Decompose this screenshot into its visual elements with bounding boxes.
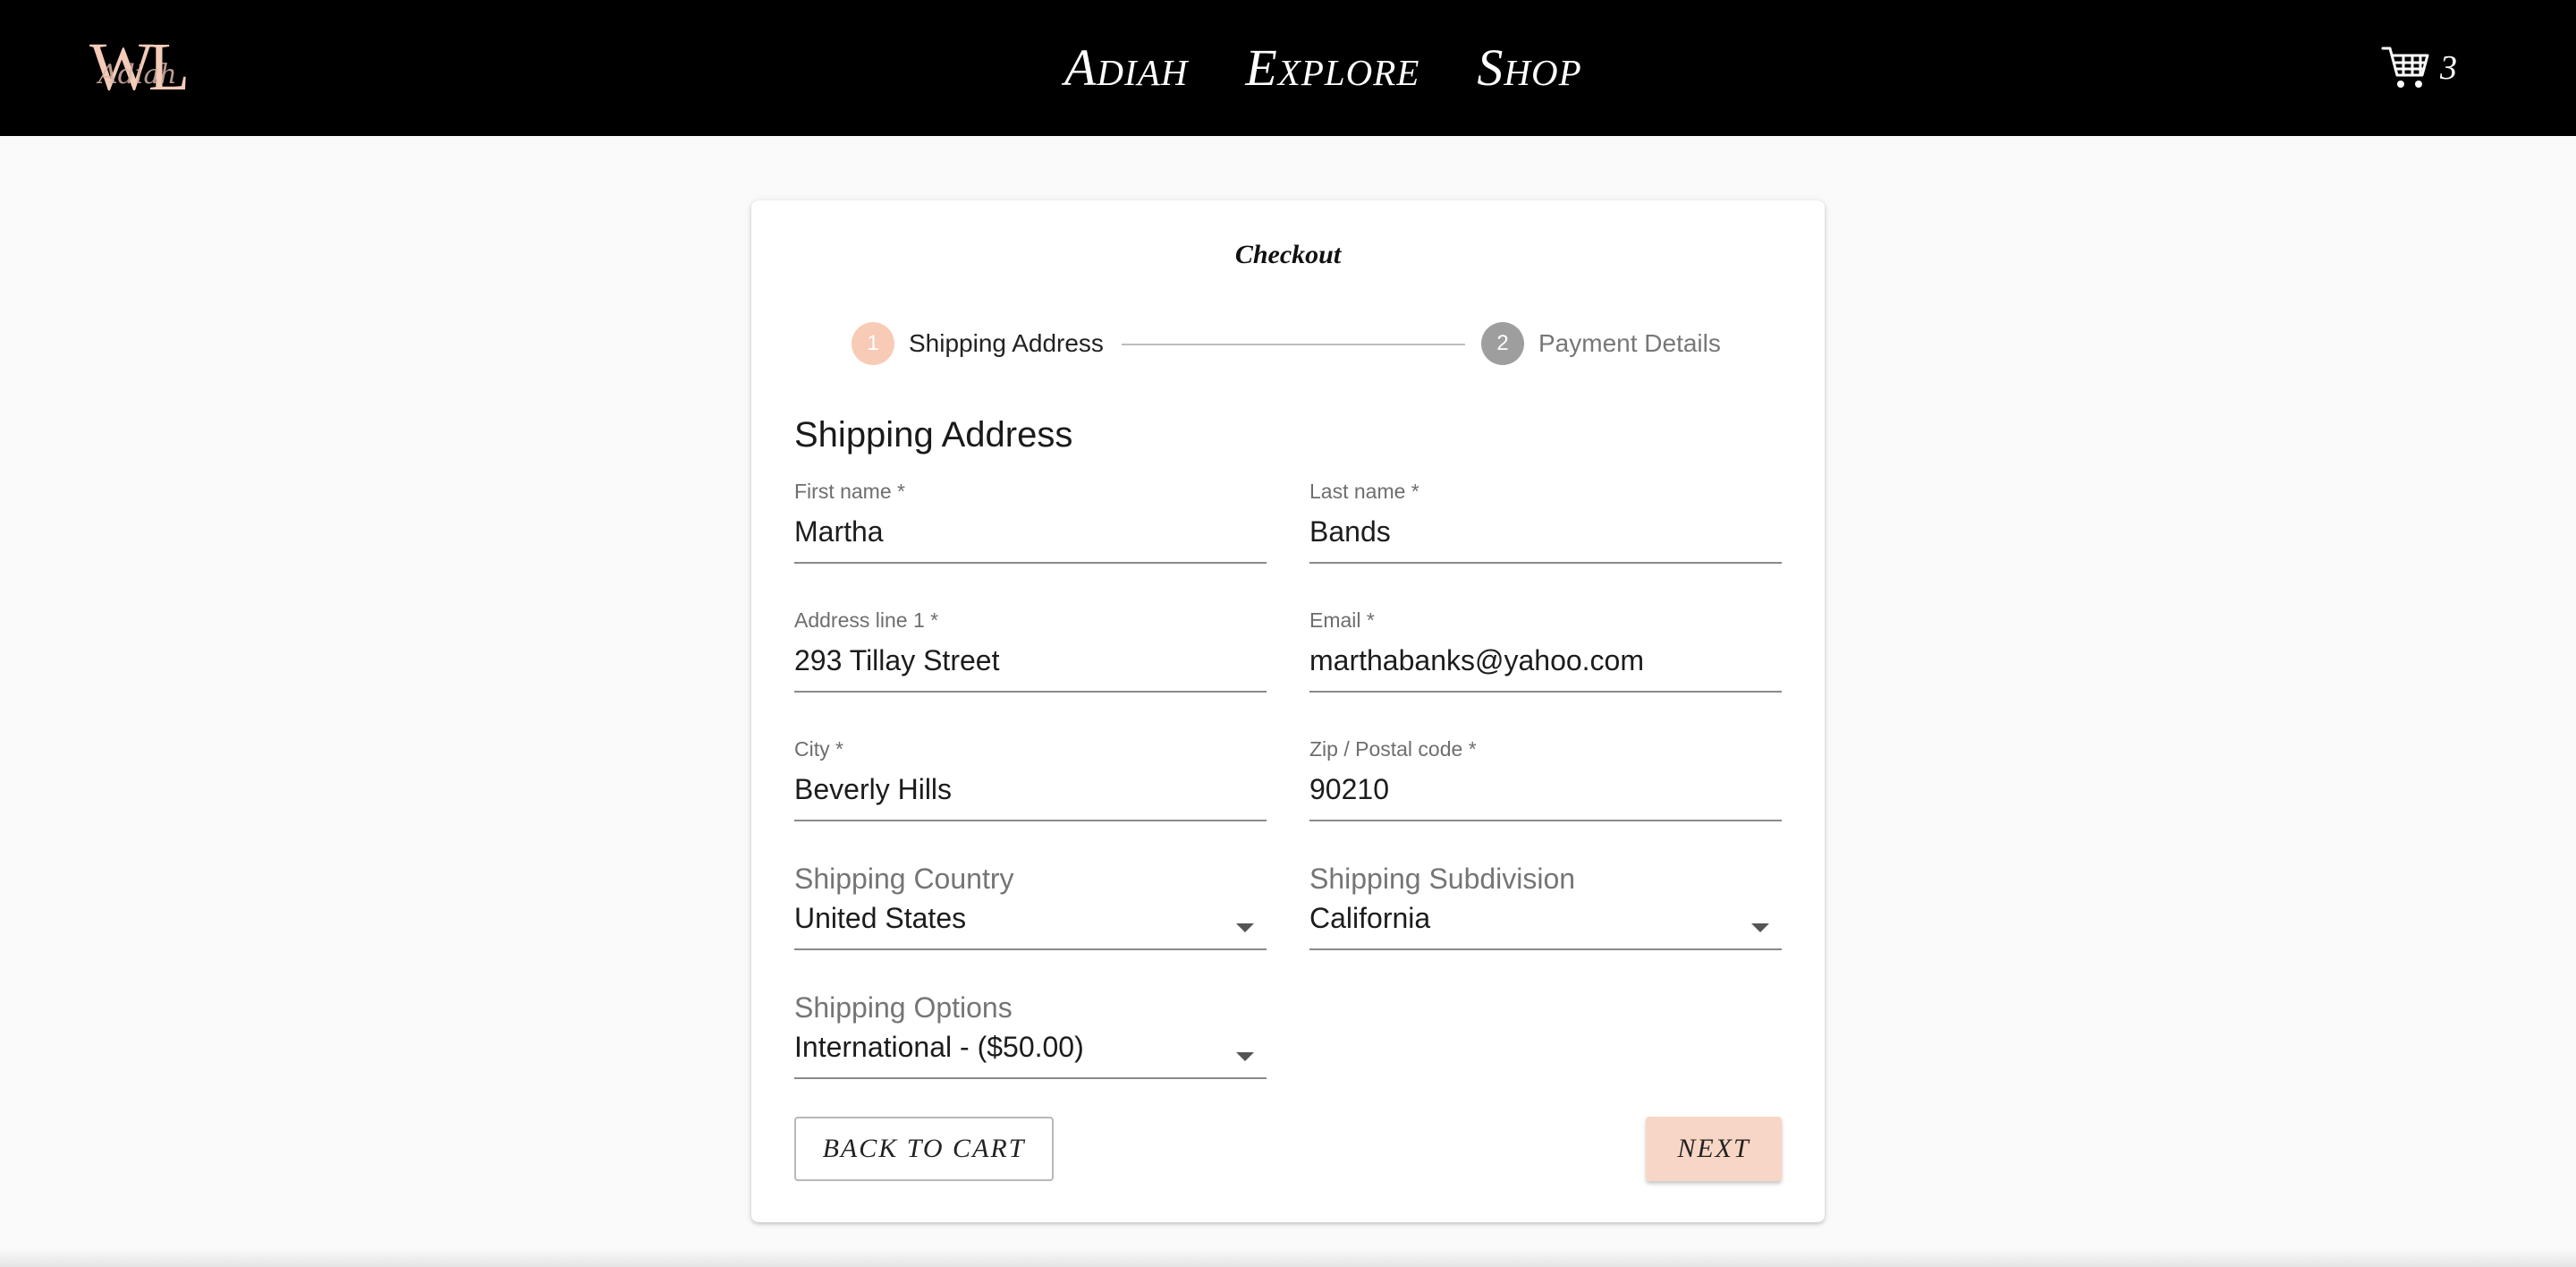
first-name-field[interactable]: First name * Martha bbox=[794, 480, 1267, 569]
back-to-cart-button[interactable]: BACK TO CART bbox=[794, 1117, 1054, 1181]
logo-script: Adiah bbox=[98, 59, 177, 90]
cart-button[interactable]: 3 bbox=[2381, 39, 2457, 97]
city-field[interactable]: City * Beverly Hills bbox=[794, 737, 1267, 827]
field-value[interactable]: Beverly Hills bbox=[794, 773, 952, 806]
zip-code-field[interactable]: Zip / Postal code * 90210 bbox=[1309, 737, 1782, 827]
field-value[interactable]: 90210 bbox=[1309, 773, 1389, 806]
step-label: Shipping Address bbox=[909, 329, 1104, 357]
address-line-1-field[interactable]: Address line 1 * 293 Tillay Street bbox=[794, 608, 1267, 698]
field-underline bbox=[794, 562, 1267, 564]
step-label: Payment Details bbox=[1538, 329, 1721, 357]
shipping-options-select[interactable]: Shipping Options International - ($50.00… bbox=[794, 991, 1267, 1095]
nav-link-shop[interactable]: Shop bbox=[1477, 38, 1581, 98]
step-payment-details: 2 Payment Details bbox=[1481, 322, 1721, 365]
select-value: California bbox=[1309, 902, 1431, 934]
field-label: First name * bbox=[794, 480, 905, 503]
step-shipping-address: 1 Shipping Address bbox=[852, 322, 1104, 365]
select-underline bbox=[794, 1077, 1267, 1079]
field-value[interactable]: Bands bbox=[1309, 515, 1391, 548]
select-label: Shipping Country bbox=[794, 863, 1014, 895]
shipping-subdivision-select[interactable]: Shipping Subdivision California bbox=[1309, 863, 1782, 966]
step-connector bbox=[1122, 344, 1465, 345]
nav-link-adiah[interactable]: Adiah bbox=[1064, 38, 1188, 98]
shipping-country-select[interactable]: Shipping Country United States bbox=[794, 863, 1267, 966]
checkout-title: Checkout bbox=[1234, 240, 1342, 269]
field-label: City * bbox=[794, 737, 843, 761]
nav-link-explore[interactable]: Explore bbox=[1245, 38, 1419, 98]
step-number: 1 bbox=[852, 322, 894, 365]
main-nav: Adiah Explore Shop bbox=[1064, 30, 1582, 104]
bottom-shadow bbox=[0, 1249, 2576, 1267]
shopping-cart-icon bbox=[2381, 47, 2429, 88]
field-label: Address line 1 * bbox=[794, 608, 939, 632]
select-underline bbox=[794, 948, 1267, 950]
cart-count: 3 bbox=[2440, 49, 2457, 87]
select-label: Shipping Subdivision bbox=[1309, 863, 1576, 895]
field-label: Email * bbox=[1309, 608, 1375, 632]
field-value[interactable]: marthabanks@yahoo.com bbox=[1309, 644, 1644, 677]
dropdown-arrow-icon[interactable] bbox=[1236, 923, 1254, 932]
dropdown-arrow-icon[interactable] bbox=[1236, 1052, 1254, 1061]
field-value[interactable]: Martha bbox=[794, 515, 884, 548]
dropdown-arrow-icon[interactable] bbox=[1751, 923, 1769, 932]
last-name-field[interactable]: Last name * Bands bbox=[1309, 480, 1782, 569]
next-button[interactable]: NEXT bbox=[1646, 1117, 1782, 1181]
field-underline bbox=[1309, 562, 1782, 564]
field-underline bbox=[1309, 691, 1782, 693]
field-value[interactable]: 293 Tillay Street bbox=[794, 644, 999, 677]
brand-logo[interactable]: WL Adiah bbox=[89, 32, 243, 102]
top-navbar: WL Adiah Adiah Explore Shop 3 bbox=[0, 0, 2576, 136]
field-underline bbox=[794, 691, 1267, 693]
field-label: Zip / Postal code * bbox=[1309, 737, 1477, 761]
select-underline bbox=[1309, 948, 1782, 950]
select-value: United States bbox=[794, 902, 967, 934]
select-value: International - ($50.00) bbox=[794, 1031, 1084, 1063]
field-underline bbox=[794, 820, 1267, 821]
checkout-card: Checkout 1 Shipping Address 2 Payment De… bbox=[751, 200, 1825, 1222]
step-number: 2 bbox=[1481, 322, 1524, 365]
field-underline bbox=[1309, 820, 1782, 821]
email-field[interactable]: Email * marthabanks@yahoo.com bbox=[1309, 608, 1782, 698]
select-label: Shipping Options bbox=[794, 991, 1013, 1024]
field-label: Last name * bbox=[1309, 480, 1419, 503]
section-title: Shipping Address bbox=[794, 415, 1073, 455]
